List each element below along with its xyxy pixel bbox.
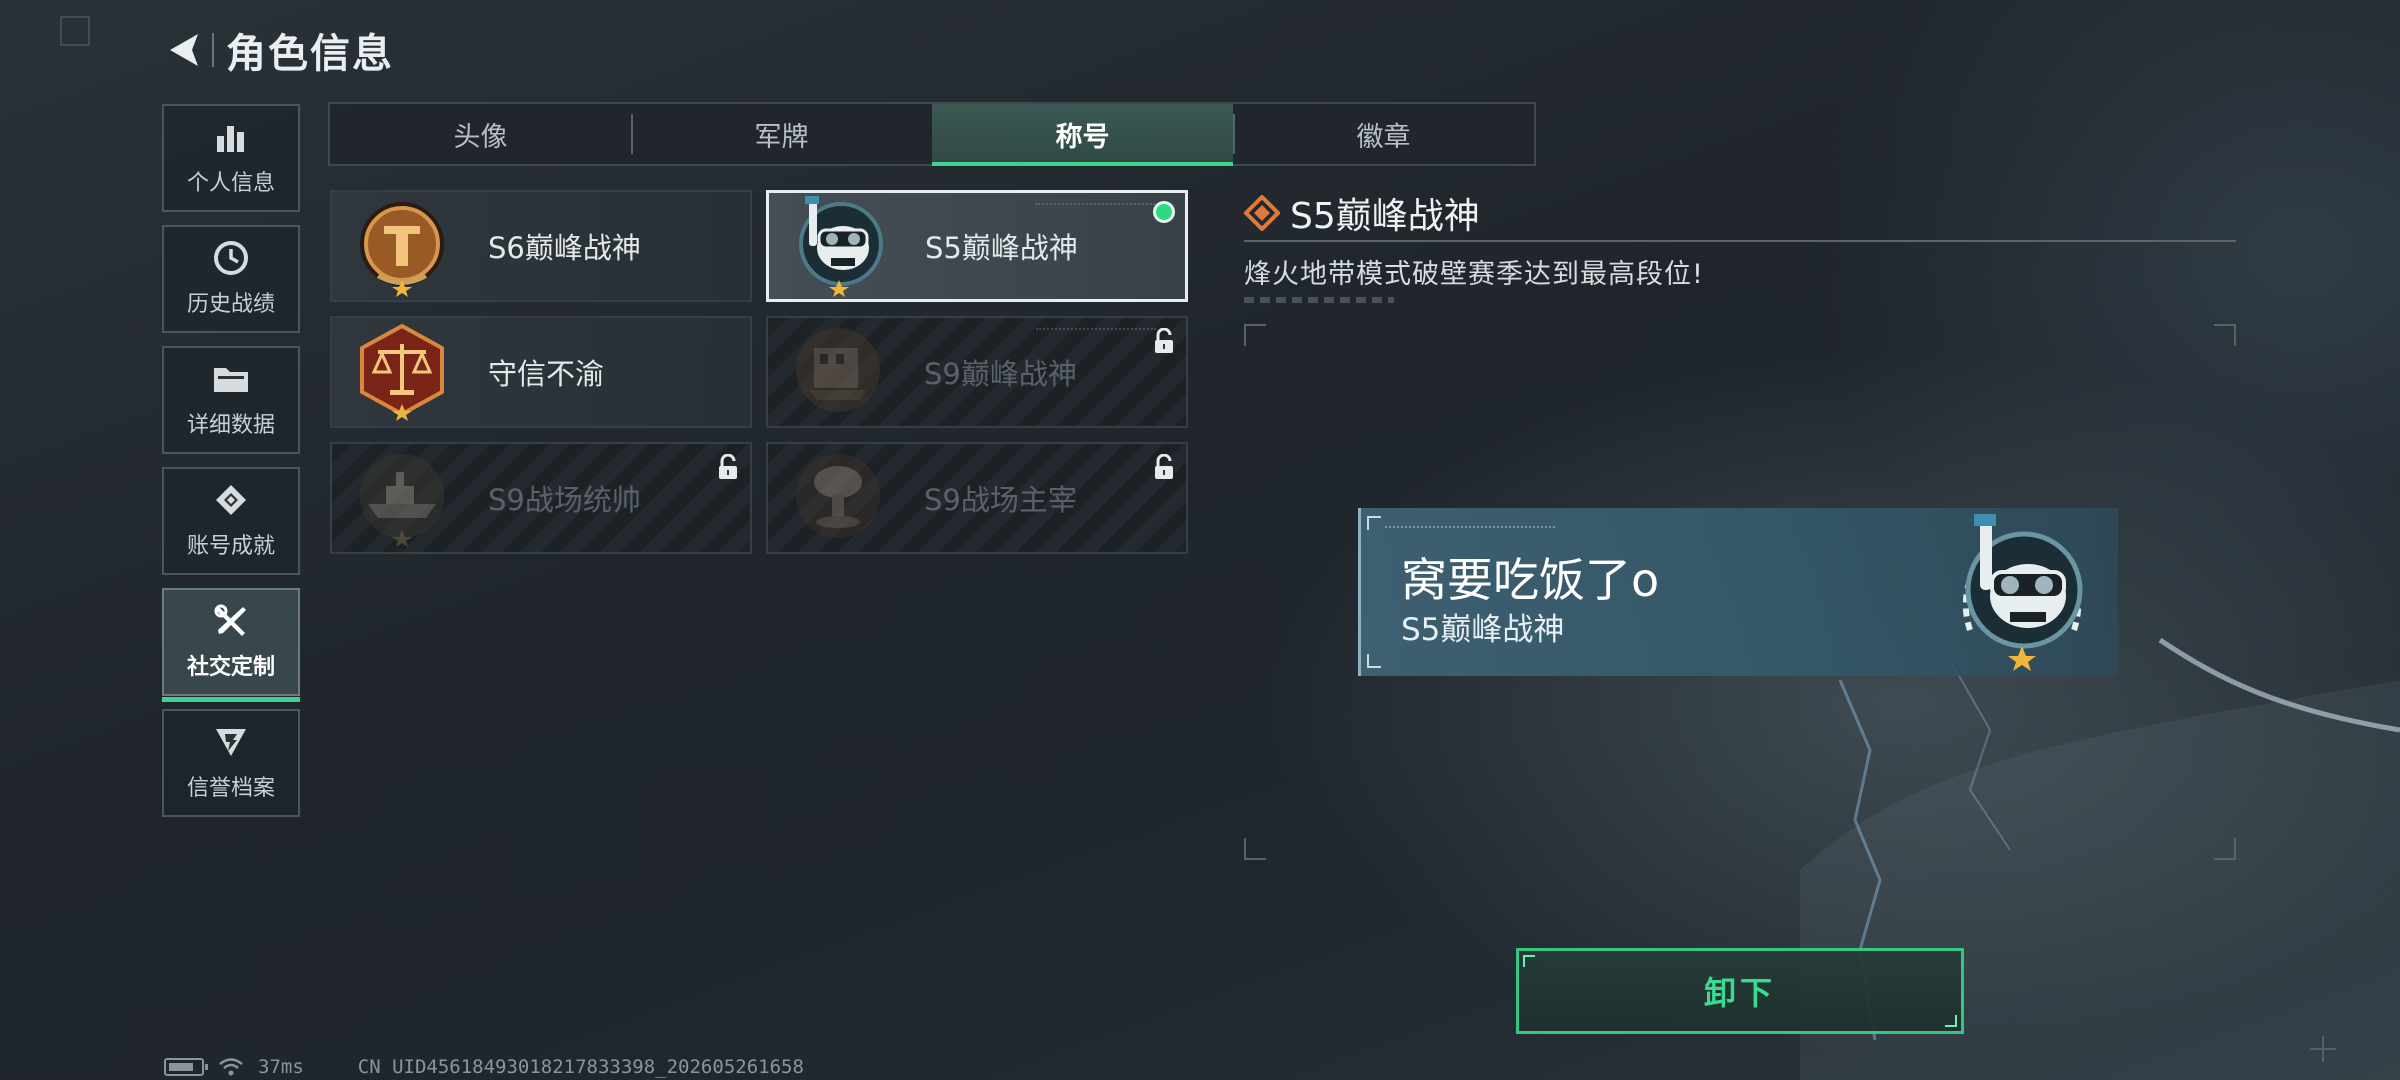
back-arrow-icon [170,34,198,66]
diamond-icon [1244,195,1280,231]
corner-mark [60,16,90,46]
ruins-medal-icon [796,328,880,412]
sidebar-item-label: 账号成就 [186,534,275,559]
warship-medal-icon [360,454,444,547]
title-card-name: S9战场主宰 [924,483,1077,517]
tools-icon [211,603,251,639]
sidebar-item-label: 详细数据 [186,413,275,438]
card-decoration [1036,328,1156,331]
detail-divider [1244,240,2236,242]
button-corner [1945,1015,1957,1027]
folder-icon [211,361,251,397]
title-card-name: 守信不渝 [488,357,605,391]
status-bar: 37ms CN UID4561849301821783339​8_2026052… [164,1056,804,1078]
credit-shield-icon [211,724,251,760]
title-card-locked[interactable]: S9战场主宰 [766,442,1188,554]
sidebar-item-personal-info[interactable]: 个人信息 [162,104,300,212]
title-card[interactable]: S6巅峰战神 [330,190,752,302]
user-uid: CN UID4561849301821783339​8_202605261658 [357,1056,804,1078]
crosshair-mark [2310,1036,2336,1062]
sidebar-item-label: 个人信息 [186,171,275,196]
skull-diver-medal-icon [799,196,883,297]
detail-header: S5巅峰战神 [1244,190,2236,237]
tab-title[interactable]: 称号 [932,104,1233,166]
sidebar-item-label: 信誉档案 [186,776,275,801]
title-grid: S6巅峰战神 S5巅峰战神 守信不渝 S9巅峰战神 S9战场统帅 S9战场主宰 [330,190,1188,554]
preview-player-name: 窝要吃饭了o [1401,553,1660,607]
detail-description: 烽火地带模式破壁赛季达到最高段位! [1244,259,1704,290]
skull-diver-medal-icon [1962,514,2083,671]
sidebar-item-label: 历史战绩 [186,292,275,317]
lock-icon [1155,454,1173,479]
sidebar-item-history[interactable]: 历史战绩 [162,225,300,333]
title-card-locked[interactable]: S9巅峰战神 [766,316,1188,428]
title-detail-panel: S5巅峰战神 烽火地带模式破壁赛季达到最高段位! [1244,190,2236,303]
lock-icon [719,454,737,479]
back-button[interactable] [160,22,206,78]
equipped-indicator [1153,201,1175,223]
mushroom-cloud-medal-icon [796,454,880,538]
banner-corner [1367,654,1381,668]
page-title: 角色信息 [226,31,394,77]
title-card-name: S5巅峰战神 [925,231,1078,265]
title-card-locked[interactable]: S9战场统帅 [330,442,752,554]
banner-corner [1367,516,1381,530]
bronze-tower-medal-icon [360,202,444,297]
title-card-name: S9战场统帅 [488,483,641,517]
button-corner [1523,955,1535,967]
title-card[interactable]: 守信不渝 [330,316,752,428]
clock-icon [211,240,251,276]
description-decoration [1244,297,1394,303]
sidebar: 个人信息 历史战绩 详细数据 账号成就 社交定制 信誉档案 [162,104,300,830]
ping-value: 37ms [258,1056,304,1078]
banner-decoration [1385,526,1555,530]
unequip-button[interactable]: 卸下 [1516,948,1964,1034]
header-divider [212,33,214,67]
preview-frame-corner [1244,838,1266,860]
preview-frame-corner [1244,324,1266,346]
tab-avatar[interactable]: 头像 [330,104,631,164]
sidebar-item-label: 社交定制 [186,655,275,680]
preview-frame-corner [2214,838,2236,860]
category-tabs: 头像 军牌 称号 徽章 [328,102,1536,166]
unequip-label: 卸下 [1703,974,1776,1012]
bar-chart-icon [211,119,251,155]
achievement-icon [211,482,251,518]
tab-badge[interactable]: 徽章 [1233,104,1534,164]
sidebar-item-achievements[interactable]: 账号成就 [162,467,300,575]
page-header: 角色信息 [160,22,394,78]
battery-icon [164,1058,208,1076]
sidebar-item-details[interactable]: 详细数据 [162,346,300,454]
title-card-name: S6巅峰战神 [488,231,641,265]
wifi-icon [219,1058,243,1076]
sidebar-item-credit-record[interactable]: 信誉档案 [162,709,300,817]
tab-dog-tag[interactable]: 军牌 [631,104,932,164]
lock-icon [1155,328,1173,353]
title-card-name: S9巅峰战神 [924,357,1077,391]
card-decoration [1035,203,1155,206]
title-card-selected[interactable]: S5巅峰战神 [766,190,1188,302]
sidebar-item-social-custom[interactable]: 社交定制 [162,588,300,702]
preview-frame-corner [2214,324,2236,346]
title-preview-banner: 窝要吃饭了o S5巅峰战神 [1358,508,2118,676]
detail-title: S5巅峰战神 [1290,196,1480,237]
scales-medal-icon [360,323,444,421]
preview-title: S5巅峰战神 [1401,612,1565,648]
